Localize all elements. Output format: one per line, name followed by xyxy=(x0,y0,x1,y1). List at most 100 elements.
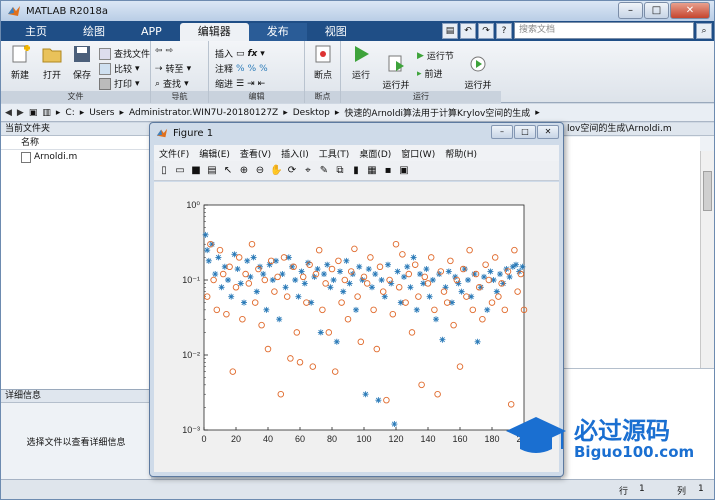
data-point-star xyxy=(225,277,231,283)
redo-icon[interactable]: ↷ xyxy=(478,22,494,39)
undo-icon[interactable]: ↶ xyxy=(460,22,476,39)
find-files-button[interactable]: 查找文件 xyxy=(99,47,150,60)
data-point-star xyxy=(295,293,302,300)
menu-insert[interactable]: 插入(I) xyxy=(276,147,314,160)
x-tick-label: 20 xyxy=(231,434,241,444)
quick-save-icon[interactable]: ▤ xyxy=(442,22,458,39)
open-folder-icon xyxy=(42,48,62,63)
edit-group: 插入 ▭ fx ▾ 注释 % % % 缩进 ☰ ⇥ ⇤ 编辑 xyxy=(209,41,305,103)
path-segment[interactable]: Desktop xyxy=(293,108,330,118)
rotate-icon[interactable]: ⟳ xyxy=(286,165,298,177)
figure-close-button[interactable]: ✕ xyxy=(537,125,559,139)
tab-apps[interactable]: APP xyxy=(123,23,180,41)
browse-folder-icon[interactable]: ▥ xyxy=(42,108,51,118)
compare-button[interactable]: 比较 ▾ xyxy=(99,62,140,75)
data-point-star xyxy=(439,336,446,343)
up-folder-icon[interactable]: ▣ xyxy=(29,108,38,118)
back-forward-buttons[interactable]: ⇦ ⇨ xyxy=(155,46,173,56)
run-button[interactable]: 运行 xyxy=(347,45,375,81)
current-folder-panel: 当前文件夹 名称 Arnoldi.m xyxy=(1,123,151,389)
wrap-comment-icon: % xyxy=(259,63,268,74)
editor-scrollbar[interactable] xyxy=(700,151,714,371)
menu-tools[interactable]: 工具(T) xyxy=(314,147,355,160)
decrease-indent-icon: ⇤ xyxy=(257,78,266,89)
path-separator-icon: ▸ xyxy=(334,107,340,118)
close-button[interactable]: ✕ xyxy=(670,2,710,19)
watermark-title: 必过源码 xyxy=(574,417,670,445)
run-section-button[interactable]: ▶ 运行节 xyxy=(417,49,454,63)
run-section-label: 运行节 xyxy=(426,52,454,62)
path-drive[interactable]: C: xyxy=(65,108,74,118)
back-icon[interactable]: ◀ xyxy=(5,108,12,118)
menu-file[interactable]: 文件(F) xyxy=(154,147,194,160)
zoom-out-icon[interactable]: ⊖ xyxy=(254,165,266,177)
indent-button[interactable]: 缩进 ☰ ⇥ ⇤ xyxy=(215,77,266,91)
scroll-thumb[interactable] xyxy=(703,171,712,211)
matlab-logo-icon xyxy=(8,6,20,16)
maximize-button[interactable]: □ xyxy=(644,2,669,19)
data-point-star xyxy=(212,271,219,278)
watermark-url: Biguo100.com xyxy=(574,443,695,461)
col-value: 1 xyxy=(698,484,704,494)
menu-edit[interactable]: 编辑(E) xyxy=(194,147,235,160)
zoom-in-icon[interactable]: ⊕ xyxy=(238,165,250,177)
print-icon[interactable]: ▤ xyxy=(206,165,218,177)
breakpoints-button[interactable]: 断点 xyxy=(310,45,336,81)
search-input[interactable]: 搜索文档 xyxy=(514,22,694,39)
tab-publish[interactable]: 发布 xyxy=(248,23,307,41)
goto-button[interactable]: ⇢ 转至 ▾ xyxy=(155,62,191,76)
panel-title: 当前文件夹 xyxy=(1,123,150,136)
pan-icon[interactable]: ✋ xyxy=(270,165,282,177)
figure-minimize-button[interactable]: – xyxy=(491,125,513,139)
tab-plots[interactable]: 绘图 xyxy=(65,23,123,41)
open-button[interactable]: 打开 xyxy=(39,45,65,81)
find-button[interactable]: ⌕ 查找 ▾ xyxy=(155,77,189,91)
data-point-star xyxy=(228,293,235,300)
menu-help[interactable]: 帮助(H) xyxy=(440,147,482,160)
editor-area[interactable] xyxy=(561,137,700,373)
path-segment[interactable]: Administrator.WIN7U-20180127Z xyxy=(129,108,278,118)
comment-button[interactable]: 注释 % % % xyxy=(215,62,268,76)
new-button[interactable]: 新建 xyxy=(7,45,33,81)
y-tick-label: 10⁰ xyxy=(186,200,200,210)
menu-desktop[interactable]: 桌面(D) xyxy=(354,147,396,160)
print-button[interactable]: 打印 ▾ xyxy=(99,77,140,90)
save-button[interactable]: 保存 xyxy=(69,45,95,81)
print-icon xyxy=(99,77,111,90)
x-tick-label: 140 xyxy=(420,434,435,444)
link-plot-icon[interactable]: ⧉ xyxy=(334,165,346,177)
pointer-icon[interactable]: ↖ xyxy=(222,165,234,177)
search-icon[interactable]: ⌕ xyxy=(696,22,712,39)
open-icon[interactable]: ▭ xyxy=(174,165,186,177)
path-segment[interactable]: Users xyxy=(89,108,114,118)
data-point-star xyxy=(337,268,343,275)
path-segment[interactable]: 快速的Arnoldi算法用于计算Krylov空间的生成 xyxy=(344,106,530,119)
column-header-name[interactable]: 名称 xyxy=(1,136,150,150)
menu-view[interactable]: 查看(V) xyxy=(235,147,276,160)
data-point-star xyxy=(513,261,519,268)
legend-icon[interactable]: ▦ xyxy=(366,165,378,177)
menu-window[interactable]: 窗口(W) xyxy=(396,147,440,160)
advance-button[interactable]: ▸ 前进 xyxy=(417,67,443,81)
new-figure-icon[interactable]: ▯ xyxy=(158,165,170,177)
insert-button[interactable]: 插入 ▭ fx ▾ xyxy=(215,47,265,61)
run-group: 运行 运行并 前进 ▶ 运行节 ▸ 前进 运行并 计时 运行 xyxy=(341,41,501,104)
forward-icon[interactable]: ▶ xyxy=(17,108,24,118)
brush-icon[interactable]: ✎ xyxy=(318,165,330,177)
minimize-button[interactable]: – xyxy=(618,2,643,19)
m-file-icon xyxy=(21,151,31,163)
data-point-star xyxy=(365,266,372,273)
tab-view[interactable]: 视图 xyxy=(307,23,365,41)
tab-home[interactable]: 主页 xyxy=(7,23,65,41)
colorbar-icon[interactable]: ▮ xyxy=(350,165,362,177)
help-icon[interactable]: ? xyxy=(496,22,512,39)
tab-editor[interactable]: 编辑器 xyxy=(179,23,249,41)
data-cursor-icon[interactable]: ⌖ xyxy=(302,165,314,177)
x-tick-label: 80 xyxy=(327,434,337,444)
save-icon[interactable]: ■ xyxy=(190,165,202,177)
show-tools-icon[interactable]: ▣ xyxy=(398,165,410,177)
figure-maximize-button[interactable]: □ xyxy=(514,125,536,139)
hide-tools-icon[interactable]: ▪ xyxy=(382,165,394,177)
file-item[interactable]: Arnoldi.m xyxy=(1,150,150,164)
uncomment-icon: % xyxy=(247,63,257,74)
